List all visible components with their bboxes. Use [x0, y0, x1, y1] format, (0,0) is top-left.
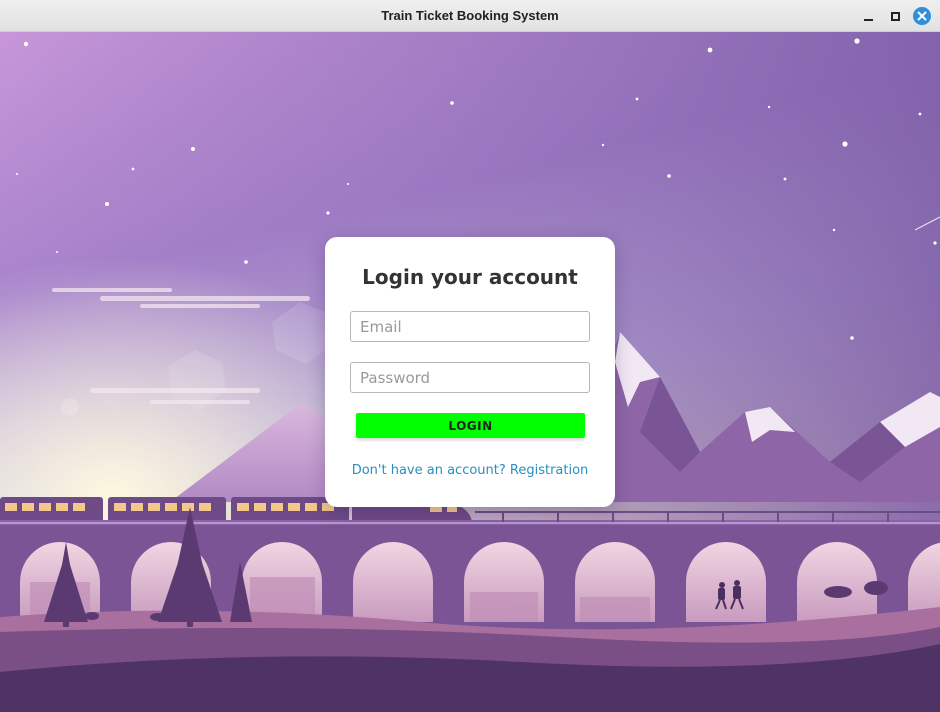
maximize-icon: [890, 11, 900, 21]
window-titlebar[interactable]: Train Ticket Booking System: [0, 0, 940, 32]
close-icon: [913, 7, 931, 25]
maximize-button[interactable]: [883, 0, 907, 32]
login-button[interactable]: LOGIN: [356, 413, 585, 438]
registration-link[interactable]: Don't have an account? Registration: [325, 463, 615, 478]
minimize-button[interactable]: [856, 0, 880, 32]
login-card: Login your account LOGIN Don't have an a…: [325, 237, 615, 507]
minimize-icon: [863, 19, 873, 21]
password-field[interactable]: [350, 362, 590, 393]
login-heading: Login your account: [362, 265, 578, 289]
close-button[interactable]: [910, 0, 934, 32]
email-field[interactable]: [350, 311, 590, 342]
window-title: Train Ticket Booking System: [381, 8, 559, 23]
